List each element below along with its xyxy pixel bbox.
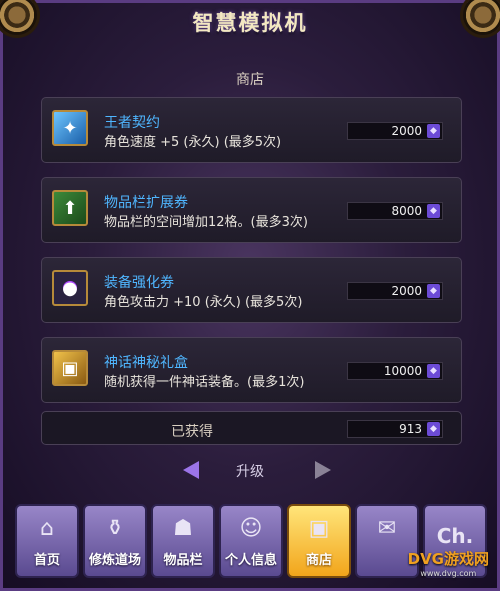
watermark-sub: www.dvg.com — [420, 569, 477, 578]
shop-title: 商店 — [236, 72, 264, 88]
obtained-label: 已获得 — [171, 424, 213, 440]
purple-crystal-icon: ◆ — [427, 422, 440, 436]
item-price: 10000 ◆ — [347, 362, 443, 380]
training-icon: ⚱ — [105, 516, 125, 541]
watermark-logo: DVG游戏网 www.dvg.com — [408, 548, 489, 578]
item-desc: 角色攻击力 +10 (永久) (最多5次) — [104, 295, 303, 310]
shop-item-4[interactable]: ▣ 神话神秘礼盒 随机获得一件神话装备。(最多1次) 10000 ◆ — [41, 337, 462, 403]
tab-inventory[interactable]: ☗ 物品栏 — [151, 504, 215, 578]
next-arrow-icon[interactable] — [315, 461, 331, 479]
purple-crystal-icon: ◆ — [427, 364, 440, 378]
item-price: 8000 ◆ — [347, 202, 443, 220]
tab-label: 商店 — [305, 553, 332, 568]
price-value: 2000 — [391, 284, 422, 298]
shop-icon: ▣ — [308, 516, 330, 541]
item-desc: 角色速度 +5 (永久) (最多5次) — [104, 135, 282, 150]
purple-crystal-icon: ◆ — [427, 284, 440, 298]
obtained-row: 已获得 913 ◆ — [41, 411, 462, 445]
obtained-value: 913 ◆ — [347, 420, 443, 438]
item-name: 神话神秘礼盒 — [104, 355, 188, 371]
tab-label: 首页 — [33, 553, 60, 568]
purple-crystal-icon: ◆ — [427, 124, 440, 138]
item-desc: 随机获得一件神话装备。(最多1次) — [104, 375, 305, 390]
obtained-number: 913 — [399, 422, 422, 436]
item-price: 2000 ◆ — [347, 122, 443, 140]
window-title: 智慧模拟机 — [192, 11, 308, 35]
scroll-icon: ✉ — [377, 516, 397, 541]
home-icon: ⌂ — [40, 516, 54, 541]
simulator-window: 智慧模拟机 商店 ✦ 王者契约 角色速度 +5 (永久) (最多5次) 2000… — [0, 0, 500, 591]
mystery-box-icon: ▣ — [52, 350, 88, 386]
item-desc: 物品栏的空间增加12格。(最多3次) — [104, 215, 308, 230]
item-name: 装备强化券 — [104, 275, 174, 291]
item-name: 王者契约 — [104, 115, 160, 131]
tab-label: 修炼道场 — [88, 553, 141, 568]
inventory-icon: ☗ — [173, 516, 193, 541]
upgrade-label: 升级 — [236, 464, 264, 480]
shop-item-1[interactable]: ✦ 王者契约 角色速度 +5 (永久) (最多5次) 2000 ◆ — [41, 97, 462, 163]
watermark-text: DVG游戏网 — [407, 550, 489, 568]
price-value: 2000 — [391, 124, 422, 138]
tab-training[interactable]: ⚱ 修炼道场 — [83, 504, 147, 578]
tab-home[interactable]: ⌂ 首页 — [15, 504, 79, 578]
enhance-ticket-icon: ● — [52, 270, 88, 306]
shop-item-3[interactable]: ● 装备强化券 角色攻击力 +10 (永久) (最多5次) 2000 ◆ — [41, 257, 462, 323]
purple-crystal-icon: ◆ — [427, 204, 440, 218]
item-price: 2000 ◆ — [347, 282, 443, 300]
profile-icon: ☺ — [239, 516, 263, 541]
tab-profile[interactable]: ☺ 个人信息 — [219, 504, 283, 578]
channel-icon: Ch. — [436, 524, 474, 548]
tab-label: 个人信息 — [224, 553, 277, 568]
tab-label: 物品栏 — [163, 553, 203, 568]
price-value: 10000 — [383, 364, 422, 378]
inventory-expand-icon: ⬆ — [52, 190, 88, 226]
item-name: 物品栏扩展券 — [104, 195, 188, 211]
shop-item-2[interactable]: ⬆ 物品栏扩展券 物品栏的空间增加12格。(最多3次) 8000 ◆ — [41, 177, 462, 243]
tab-shop[interactable]: ▣ 商店 — [287, 504, 351, 578]
price-value: 8000 — [391, 204, 422, 218]
contract-icon: ✦ — [52, 110, 88, 146]
